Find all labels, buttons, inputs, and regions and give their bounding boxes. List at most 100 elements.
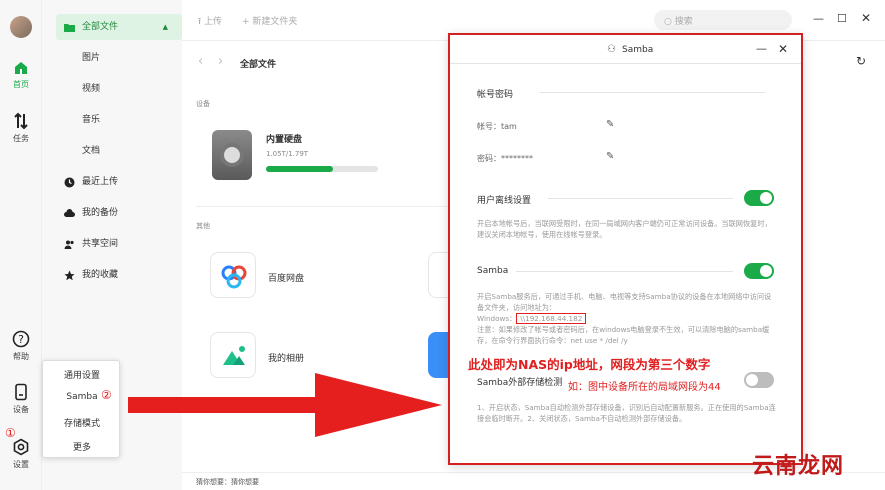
search-input[interactable]: ○ 搜索 (654, 10, 792, 30)
nav-videos-label: 视频 (82, 84, 101, 94)
nav-shared-label: 共享空间 (82, 239, 119, 249)
search-placeholder: 搜索 (674, 17, 693, 27)
disk-card[interactable]: 内置硬盘 1.05T/1.79T (210, 128, 450, 182)
rail-label-settings: 设置 (13, 460, 29, 469)
hdd-icon (212, 130, 252, 180)
nav-favorites[interactable]: 我的收藏 (56, 262, 182, 288)
disk-usage-fill (266, 166, 334, 172)
rail-item-home[interactable]: 首页 (0, 60, 42, 90)
nav-backup-label: 我的备份 (82, 208, 119, 218)
nav-backup[interactable]: 我的备份 (56, 200, 182, 226)
forward-arrow-icon[interactable]: › (218, 54, 223, 69)
samba-title: Samba (477, 266, 509, 276)
annotation-line-2: 如：图中设备所在的局域网段为44 (568, 382, 721, 393)
account-value: 帐号：tam (477, 122, 517, 131)
help-icon: ? (12, 330, 30, 348)
samba-dialog: ⚇ Samba — ✕ 帐号密码 帐号：tam ✎ 密码：******** ✎ … (448, 33, 803, 465)
nav-music[interactable]: 音乐 (56, 107, 182, 133)
nav-recent[interactable]: 最近上传 (56, 169, 182, 195)
cloud-icon (64, 209, 75, 217)
plus-icon: + (242, 17, 250, 27)
offline-description: 开启本地帐号后，当联网受限时，在同一局域网内客户端仍可正常访问设备。当联网恢复时… (477, 219, 772, 239)
dialog-title-divider (450, 63, 801, 64)
annotation-line-1: 此处即为NAS的ip地址，网段为第三个数字 (468, 357, 711, 372)
nav-docs[interactable]: 文档 (56, 138, 182, 164)
close-window-button[interactable]: ✕ (861, 11, 871, 25)
refresh-icon[interactable]: ↻ (856, 54, 866, 68)
menu-more[interactable]: 更多 (43, 440, 121, 453)
samba-desc-1: 开启Samba服务后，可通过手机、电脑、电视等支持Samba协议的设备在本地网络… (477, 292, 772, 312)
ext-storage-title: Samba外部存储检测 (477, 378, 563, 388)
devices-section-label: 设备 (196, 100, 210, 108)
samba-description: 开启Samba服务后，可通过手机、电脑、电视等支持Samba协议的设备在本地网络… (477, 291, 777, 346)
menu-storage-mode[interactable]: 存储模式 (43, 416, 121, 429)
disk-name: 内置硬盘 (266, 135, 303, 145)
offline-divider (548, 198, 733, 199)
account-section-title: 帐号密码 (477, 90, 514, 100)
nav-all-files-label: 全部文件 (82, 22, 119, 32)
maximize-button[interactable]: ☐ (837, 12, 847, 25)
section-divider (196, 206, 456, 207)
nav-all-files[interactable]: 全部文件 ▲ (56, 14, 182, 40)
annotation-badge-2: ② (101, 388, 112, 402)
password-value: 密码：******** (477, 154, 533, 163)
nav-docs-label: 文档 (82, 146, 101, 156)
svg-text:?: ? (18, 333, 24, 346)
search-icon: ○ (664, 17, 672, 27)
device-icon (15, 383, 27, 401)
rail-item-help[interactable]: ? 帮助 (0, 330, 42, 362)
gear-icon (13, 438, 29, 456)
menu-general-settings[interactable]: 通用设置 (43, 368, 121, 381)
account-divider (540, 92, 765, 93)
nav-videos[interactable]: 视频 (56, 76, 182, 102)
samba-divider (516, 271, 733, 272)
ext-storage-toggle[interactable] (744, 372, 774, 388)
rail-item-device[interactable]: 设备 (0, 383, 42, 415)
edit-account-icon[interactable]: ✎ (606, 119, 614, 130)
baidu-label: 百度网盘 (268, 274, 305, 284)
annotation-badge-1: ① (5, 426, 16, 440)
users-icon (64, 240, 74, 249)
dialog-minimize-button[interactable]: — (756, 42, 767, 55)
disk-usage-bar (266, 166, 378, 172)
minimize-button[interactable]: — (813, 12, 824, 25)
samba-windows-label: Windows： (477, 314, 517, 323)
rail-item-settings[interactable]: 设置 (0, 438, 42, 470)
samba-desc-2: 注意：如果修改了帐号或者密码后，在windows电脑登录不生效，可以清除电脑的s… (477, 325, 770, 345)
new-folder-button[interactable]: + 新建文件夹 (242, 14, 297, 27)
folder-icon (64, 24, 75, 32)
upload-label: 上传 (204, 17, 223, 27)
dialog-title: Samba (622, 45, 654, 55)
rail-item-tasks[interactable]: 任务 (0, 112, 42, 144)
dialog-close-button[interactable]: ✕ (778, 42, 788, 56)
nav-images-label: 图片 (82, 53, 101, 63)
user-icon: ⚇ (607, 44, 616, 55)
album-label: 我的相册 (268, 354, 305, 364)
settings-menu: 通用设置 Samba 存储模式 更多 (42, 360, 120, 458)
baidu-icon (210, 252, 256, 298)
offline-toggle[interactable] (744, 190, 774, 206)
watermark-text: 云南龙网 (752, 454, 845, 479)
upload-button[interactable]: ⭱ 上传 (198, 14, 222, 30)
partial-card-icon-1[interactable] (428, 252, 448, 298)
nav-images[interactable]: 图片 (56, 45, 182, 71)
upload-icon: ⭱ (198, 17, 202, 27)
offline-title: 用户离线设置 (477, 196, 532, 206)
left-rail: 首页 任务 ? 帮助 设备 设置 ① (0, 0, 42, 490)
rail-label-tasks: 任务 (13, 134, 29, 143)
nav-shared[interactable]: 共享空间 (56, 231, 182, 257)
breadcrumb: 全部文件 (240, 60, 277, 70)
others-section-label: 其他 (196, 222, 210, 230)
back-arrow-icon[interactable]: ‹ (198, 54, 203, 69)
baidu-card[interactable]: 百度网盘 (210, 252, 410, 302)
edit-password-icon[interactable]: ✎ (606, 151, 614, 162)
samba-toggle[interactable] (744, 263, 774, 279)
nav-music-label: 音乐 (82, 115, 101, 125)
avatar[interactable] (10, 16, 32, 38)
transfer-icon (14, 112, 28, 130)
samba-ip-address[interactable]: \\192.168.44.182 (516, 313, 587, 324)
clock-icon (64, 177, 75, 188)
caret-up-icon: ▲ (162, 23, 168, 31)
annotation-arrow (128, 373, 442, 437)
new-folder-label: 新建文件夹 (252, 17, 298, 27)
